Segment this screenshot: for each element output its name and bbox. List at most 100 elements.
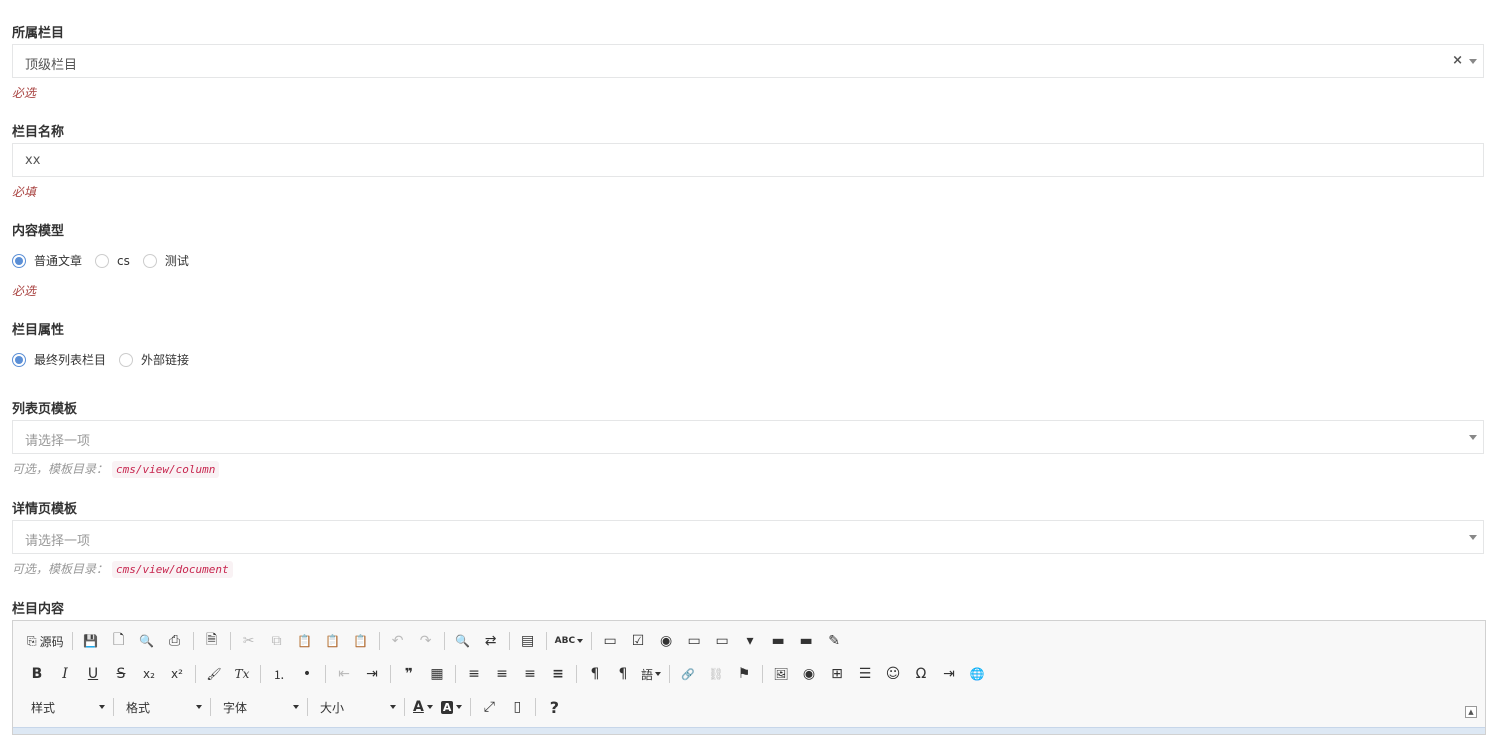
templates-icon[interactable]: 🗎 [200,629,224,653]
chevron-down-icon[interactable] [1469,535,1477,540]
parent-label: 所属栏目 [12,26,65,41]
redo-icon[interactable]: ↷ [414,629,438,653]
show-blocks-icon[interactable]: ▯ [505,695,529,719]
unlink-icon[interactable]: ⛓ [704,662,728,686]
print-icon[interactable]: ⎙ [163,629,187,653]
strike-icon[interactable]: S [109,662,133,686]
radio-checked-icon[interactable] [12,253,26,268]
format-combo[interactable]: 格式 [120,696,208,718]
special-char-icon[interactable]: Ω [909,662,933,686]
form-icon[interactable]: ▭ [598,629,622,653]
radio-label: cs [117,253,130,268]
text-color-icon[interactable]: A [411,695,435,719]
button-field-icon[interactable]: ▬ [766,629,790,653]
bold-icon[interactable]: B [25,662,49,686]
model-radio-article[interactable]: 普通文章 [12,252,82,269]
page-break-icon[interactable]: ⇥ [937,662,961,686]
help-icon[interactable]: ? [542,695,566,719]
chevron-down-icon[interactable] [1469,59,1477,64]
paste-icon[interactable]: 📋 [293,629,317,653]
font-combo[interactable]: 字体 [217,696,305,718]
toolbar-separator [192,632,194,650]
editor-toolbar-row-3: 样式 格式 字体 大小 A A ⤢ ▯ ? [25,695,570,719]
select-field-icon[interactable]: ▾ [738,629,762,653]
copy-format-icon[interactable]: 🖌 [202,662,226,686]
new-page-icon[interactable]: 🗋 [107,629,131,653]
paste-word-icon[interactable]: 📋 [349,629,373,653]
radio-icon[interactable] [119,352,134,367]
name-input[interactable]: xx [12,143,1484,177]
link-icon[interactable]: 🔗 [676,662,700,686]
undo-icon[interactable]: ↶ [386,629,410,653]
blockquote-icon[interactable]: ❞ [397,662,421,686]
table-icon[interactable]: ⊞ [825,662,849,686]
image-icon[interactable]: 🖼 [769,662,793,686]
attr-radio-list[interactable]: 最终列表栏目 [12,351,106,368]
radio-icon[interactable] [142,253,157,268]
editor-toolbar-row-2: B I U S x₂ x² 🖌 Tx ⒈ • ⇤ ⇥ ❞ ▦ ≡ ≡ ≡ ≡ ¶… [25,662,993,686]
image-button-icon[interactable]: ▬ [794,629,818,653]
numbered-list-icon[interactable]: ⒈ [267,662,291,686]
toolbar-separator [378,632,380,650]
model-radio-cs[interactable]: cs [95,253,130,268]
italic-icon[interactable]: I [53,662,77,686]
radio-button-icon[interactable]: ◉ [654,629,678,653]
save-icon[interactable]: 💾 [79,629,103,653]
chevron-down-icon[interactable] [1469,435,1477,440]
size-combo[interactable]: 大小 [314,696,402,718]
toolbar-separator [443,632,445,650]
select-all-icon[interactable]: ▤ [516,629,540,653]
detail-template-select[interactable]: 请选择一项 [12,520,1484,554]
ltr-icon[interactable]: ¶ [583,662,607,686]
find-icon[interactable]: 🔍 [451,629,475,653]
align-left-icon[interactable]: ≡ [462,662,486,686]
checkbox-icon[interactable]: ☑ [626,629,650,653]
copy-icon[interactable]: ⧉ [265,629,289,653]
collapse-toolbar-icon[interactable]: ▲ [1465,706,1477,718]
list-template-select[interactable]: 请选择一项 [12,420,1484,454]
paste-text-icon[interactable]: 📋 [321,629,345,653]
attr-radio-group: 最终列表栏目 外部链接 [12,351,202,368]
model-radio-test[interactable]: 测试 [142,252,189,269]
smiley-icon[interactable]: ☺ [881,662,905,686]
language-icon[interactable]: 語 [639,662,663,686]
align-center-icon[interactable]: ≡ [490,662,514,686]
preview-icon[interactable]: 🔍 [135,629,159,653]
radio-checked-icon[interactable] [12,352,26,367]
language-glyph: 語 [641,667,654,682]
source-button[interactable]: ⎘ 源码 [25,629,66,653]
indent-icon[interactable]: ⇥ [360,662,384,686]
radio-icon[interactable] [95,253,110,268]
remove-format-icon[interactable]: Tx [230,662,254,686]
div-container-icon[interactable]: ▦ [425,662,449,686]
clear-icon[interactable]: × [1452,53,1463,68]
horizontal-rule-icon[interactable]: ☰ [853,662,877,686]
iframe-icon[interactable]: 🌐 [965,662,989,686]
justify-icon[interactable]: ≡ [546,662,570,686]
flash-icon[interactable]: ◉ [797,662,821,686]
spellcheck-icon[interactable]: ABC [553,629,585,653]
underline-icon[interactable]: U [81,662,105,686]
parent-select[interactable]: 顶级栏目 × [12,44,1484,78]
styles-combo[interactable]: 样式 [25,696,111,718]
rtl-icon[interactable]: ¶ [611,662,635,686]
subscript-icon[interactable]: x₂ [137,662,161,686]
font-combo-label: 字体 [223,700,248,715]
cut-icon[interactable]: ✂ [237,629,261,653]
template-path: cms/view/column [112,461,220,478]
bg-color-icon[interactable]: A [439,695,465,719]
radio-label: 外部链接 [141,353,190,367]
superscript-icon[interactable]: x² [165,662,189,686]
parent-select-value: 顶级栏目 [25,58,78,73]
text-field-icon[interactable]: ▭ [682,629,706,653]
source-icon: ⎘ [27,633,37,648]
align-right-icon[interactable]: ≡ [518,662,542,686]
textarea-icon[interactable]: ▭ [710,629,734,653]
maximize-icon[interactable]: ⤢ [477,695,501,719]
bulleted-list-icon[interactable]: • [295,662,319,686]
hidden-field-icon[interactable]: ✎ [822,629,846,653]
attr-radio-link[interactable]: 外部链接 [119,351,189,368]
anchor-icon[interactable]: ⚑ [732,662,756,686]
outdent-icon[interactable]: ⇤ [332,662,356,686]
replace-icon[interactable]: ⇄ [479,629,503,653]
